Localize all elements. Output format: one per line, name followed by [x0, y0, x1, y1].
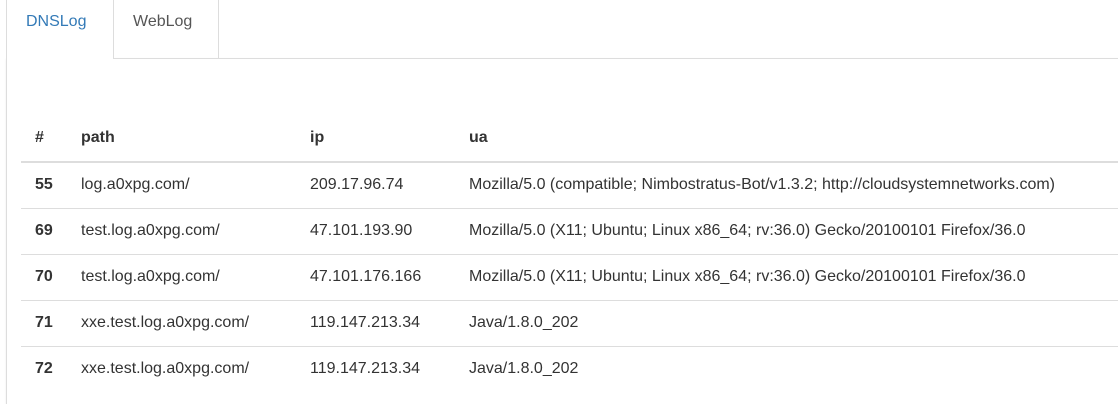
cell-path: log.a0xpg.com/ — [81, 176, 190, 194]
cell-path: test.log.a0xpg.com/ — [81, 207, 310, 254]
cell-id: 72 — [21, 345, 81, 392]
cell-ip: 209.17.96.74 — [310, 176, 404, 194]
column-header-ua: ua — [469, 115, 1118, 163]
cell-path: xxe.test.log.a0xpg.com/ — [81, 299, 310, 346]
cell-ip: 119.147.213.34 — [310, 345, 469, 392]
cell-ua: Mozilla/5.0 (compatible; Nimbostratus-Bo… — [469, 176, 1055, 194]
log-table: # path ip ua 55 log.a0xpg.com/ 209.17.96… — [21, 115, 1118, 392]
column-header-ip: ip — [310, 115, 469, 163]
tab-weblog[interactable]: WebLog — [114, 0, 219, 59]
cell-ip: 119.147.213.34 — [310, 299, 469, 346]
cell-id: 55 — [35, 176, 53, 194]
cell-ua: Mozilla/5.0 (X11; Ubuntu; Linux x86_64; … — [469, 207, 1118, 254]
tab-bar: DNSLog WebLog — [0, 0, 1118, 59]
table-row: 69 test.log.a0xpg.com/ 47.101.193.90 Moz… — [21, 207, 1118, 254]
cell-path: xxe.test.log.a0xpg.com/ — [81, 345, 310, 392]
table-row: 55 log.a0xpg.com/ 209.17.96.74 Mozilla/5… — [21, 162, 1118, 208]
cell-id: 70 — [21, 253, 81, 300]
tab-dnslog[interactable]: DNSLog — [6, 0, 114, 59]
cell-ua: Java/1.8.0_202 — [469, 299, 1118, 346]
table-row: 70 test.log.a0xpg.com/ 47.101.176.166 Mo… — [21, 253, 1118, 300]
cell-ua: Mozilla/5.0 (X11; Ubuntu; Linux x86_64; … — [469, 253, 1118, 300]
table-header-row: # path ip ua — [21, 115, 1118, 163]
column-header-path: path — [81, 115, 310, 163]
table-row: 72 xxe.test.log.a0xpg.com/ 119.147.213.3… — [21, 345, 1118, 392]
cell-id: 71 — [21, 299, 81, 346]
cell-path: test.log.a0xpg.com/ — [81, 253, 310, 300]
column-header-id: # — [21, 115, 81, 163]
cell-ip: 47.101.176.166 — [310, 253, 469, 300]
cell-ip: 47.101.193.90 — [310, 207, 469, 254]
tab-panel: # path ip ua 55 log.a0xpg.com/ 209.17.96… — [6, 58, 1118, 404]
cell-ua: Java/1.8.0_202 — [469, 345, 1118, 392]
table-row: 71 xxe.test.log.a0xpg.com/ 119.147.213.3… — [21, 299, 1118, 346]
cell-id: 69 — [21, 207, 81, 254]
